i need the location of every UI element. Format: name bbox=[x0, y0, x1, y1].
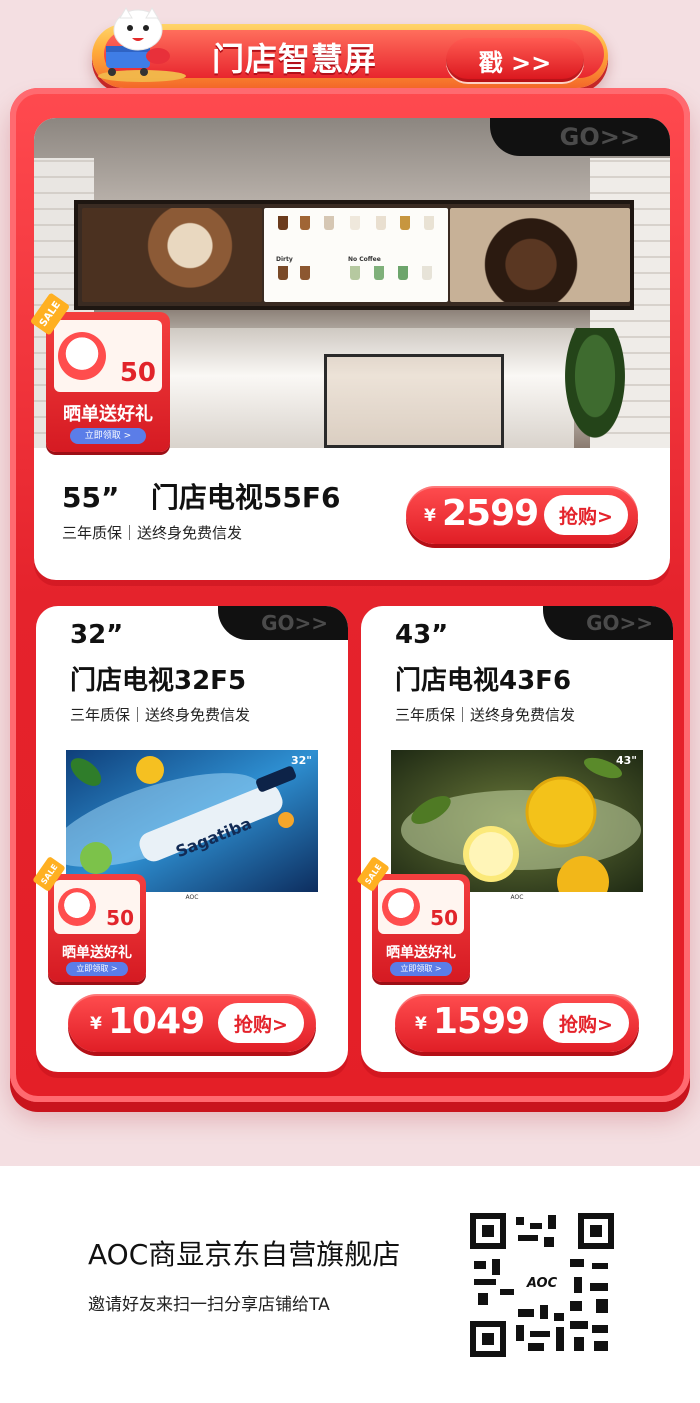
buy-now-label: 抢购> bbox=[543, 1003, 629, 1043]
product-size: 55” bbox=[62, 481, 120, 514]
tv-brand-logo: AOC bbox=[510, 894, 524, 901]
gift-text: 晒单送好礼 bbox=[62, 945, 132, 961]
gift-text: 晒单送好礼 bbox=[63, 404, 153, 425]
product-features: 三年质保｜送终身免费信发 bbox=[62, 524, 243, 542]
price-buy-button[interactable]: ¥ 2599 抢购> bbox=[406, 486, 638, 544]
store-name: AOC商显京东自营旗舰店 bbox=[88, 1238, 401, 1271]
sale-coupon-badge[interactable]: 50 SALE 晒单送好礼 立即领取 > bbox=[29, 292, 170, 452]
currency-symbol: ¥ bbox=[90, 1014, 102, 1034]
buy-now-label: 抢购> bbox=[218, 1003, 304, 1043]
sale-coupon-badge[interactable]: 50 SALE 晒单送好礼 立即领取 > bbox=[356, 855, 470, 982]
lemon-splash-image bbox=[391, 750, 643, 892]
menu-board-screen: Dirty No Coffee bbox=[74, 200, 634, 310]
page-title: 门店智慧屏 bbox=[212, 40, 378, 78]
qr-code-icon[interactable]: AOC bbox=[470, 1213, 614, 1357]
joy-face-icon bbox=[58, 332, 106, 380]
buy-now-label: 抢购> bbox=[544, 495, 628, 535]
go-tab[interactable]: GO>> bbox=[218, 606, 348, 640]
menu-section-dirty: Dirty bbox=[276, 256, 293, 263]
go-tab[interactable]: GO>> bbox=[543, 606, 673, 640]
poke-button-label: 戳 >> bbox=[478, 48, 552, 77]
joy-face-icon bbox=[58, 888, 96, 926]
coupon-amount: 50 bbox=[430, 906, 458, 930]
coupon-amount: 50 bbox=[106, 906, 134, 930]
product-card-32[interactable]: GO>> 32” 门店电视32F5 三年质保｜送终身免费信发 Sagatiba … bbox=[36, 606, 348, 1072]
menu-section-no-coffee: No Coffee bbox=[348, 256, 381, 263]
currency-symbol: ¥ bbox=[415, 1014, 427, 1034]
product-features: 三年质保｜送终身免费信发 bbox=[395, 706, 576, 724]
product-name: 门店电视43F6 bbox=[395, 666, 572, 696]
product-name: 门店电视32F5 bbox=[70, 666, 247, 696]
go-tab[interactable]: GO>> bbox=[490, 118, 670, 156]
product-size: 32” bbox=[70, 620, 124, 650]
claim-button[interactable]: 立即领取 > bbox=[70, 428, 146, 444]
qr-logo: AOC bbox=[522, 1271, 562, 1295]
product-card-43[interactable]: GO>> 43” 门店电视43F6 三年质保｜送终身免费信发 43" AOC ¥… bbox=[361, 606, 673, 1072]
joy-face-icon bbox=[382, 888, 420, 926]
screen-size-label: 32" bbox=[290, 754, 312, 767]
poke-button[interactable]: 戳 >> bbox=[446, 38, 584, 82]
joy-mascot-icon bbox=[98, 7, 186, 82]
currency-symbol: ¥ bbox=[424, 506, 436, 526]
vodka-splash-image: Sagatiba bbox=[66, 750, 318, 892]
price-buy-button[interactable]: ¥ 1599 抢购> bbox=[395, 994, 639, 1052]
sale-coupon-badge[interactable]: 50 SALE 晒单送好礼 立即领取 > bbox=[32, 855, 146, 982]
gift-text: 晒单送好礼 bbox=[386, 945, 456, 961]
invite-text: 邀请好友来扫一扫分享店铺给TA bbox=[88, 1295, 330, 1315]
pastry-shelf bbox=[324, 354, 504, 448]
price-value: 1049 bbox=[108, 1001, 205, 1042]
price-value: 2599 bbox=[442, 493, 539, 534]
screen-size-label: 43" bbox=[615, 754, 637, 767]
price-value: 1599 bbox=[433, 1001, 530, 1042]
coupon-amount: 50 bbox=[119, 358, 156, 388]
claim-button[interactable]: 立即领取 > bbox=[390, 962, 452, 976]
product-features: 三年质保｜送终身免费信发 bbox=[70, 706, 251, 724]
claim-button[interactable]: 立即领取 > bbox=[66, 962, 128, 976]
product-size: 43” bbox=[395, 620, 449, 650]
plant-icon bbox=[560, 328, 630, 448]
price-buy-button[interactable]: ¥ 1049 抢购> bbox=[68, 994, 316, 1052]
product-name: 门店电视55F6 bbox=[150, 481, 341, 514]
tv-brand-logo: AOC bbox=[185, 894, 199, 901]
